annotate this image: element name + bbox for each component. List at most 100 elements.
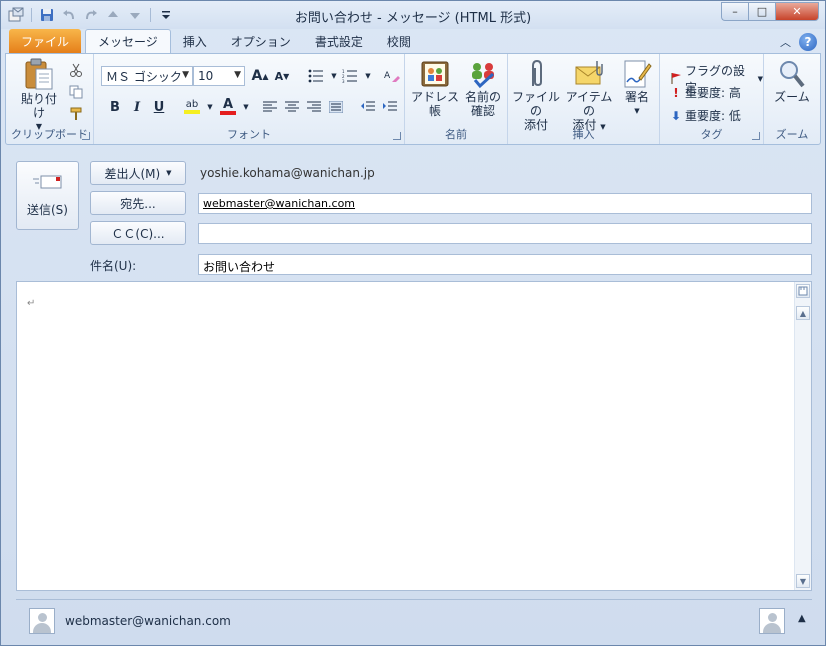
address-book-icon (419, 58, 451, 90)
sender-avatar[interactable] (759, 608, 785, 634)
chevron-down-icon: ▼ (234, 70, 241, 80)
italic-icon: I (133, 99, 141, 115)
from-button[interactable]: 差出人(M) ▼ (90, 161, 186, 185)
font-group-label: フォント (227, 128, 271, 141)
to-button-label: 宛先... (120, 196, 156, 211)
low-importance-button[interactable]: ⬇ 重要度: 低 (670, 107, 741, 124)
check-names-label-2: 確認 (470, 104, 495, 118)
maximize-button[interactable]: □ (748, 2, 775, 21)
check-names-button[interactable]: 名前の 確認 (461, 58, 505, 118)
attach-file-button[interactable]: ファイルの 添付 (512, 58, 560, 132)
align-center-icon[interactable] (282, 97, 302, 117)
align-right-icon[interactable] (304, 97, 324, 117)
cc-field[interactable] (198, 223, 812, 244)
numbering-button[interactable]: 123 (340, 66, 360, 86)
paste-label: 貼り付け (20, 92, 57, 120)
clipboard-dialog-launcher[interactable] (82, 132, 90, 140)
attach-item-button[interactable]: アイテムの 添付 ▼ (562, 58, 616, 134)
tab-message[interactable]: メッセージ (85, 29, 171, 53)
clear-formatting-icon[interactable]: A (382, 66, 402, 86)
grow-font-button[interactable]: A ▲ (250, 66, 270, 86)
vertical-scrollbar[interactable]: ▲ ▼ (794, 282, 811, 590)
avatar-head (768, 613, 777, 622)
high-importance-label: 重要度: 高 (685, 86, 741, 100)
tab-file[interactable]: ファイル (9, 29, 82, 53)
ribbon: 貼り付け ▼ クリップボード ＭＳ ゴシック ▼ 10 ▼ A ▲ A ▼ ▼ … (5, 53, 821, 145)
subject-label: 件名(U): (90, 259, 137, 273)
from-value: yoshie.kohama@wanichan.jp (200, 166, 375, 180)
message-window: お問い合わせ - メッセージ (HTML 形式) – □ ✕ ファイル メッセー… (0, 0, 826, 646)
copy-icon[interactable] (66, 82, 86, 102)
scroll-down-icon[interactable]: ▼ (796, 574, 810, 588)
to-button[interactable]: 宛先... (90, 191, 186, 215)
tab-format-text[interactable]: 書式設定 (303, 29, 375, 53)
signature-icon (621, 58, 653, 90)
chevron-down-icon: ▼ (634, 107, 640, 115)
paste-button[interactable]: 貼り付け ▼ (16, 58, 62, 134)
chevron-down-icon: ▼ (182, 70, 189, 80)
chevron-down-icon[interactable]: ▼ (236, 97, 256, 117)
underline-button[interactable]: U (149, 97, 169, 117)
grow-font-icon: A (251, 68, 263, 84)
justify-icon[interactable] (326, 97, 346, 117)
tab-insert[interactable]: 挿入 (171, 29, 219, 53)
magnifier-icon (776, 58, 808, 90)
minimize-ribbon-icon[interactable]: ︿ (780, 34, 791, 50)
down-arrow-icon: ⬇ (670, 108, 682, 123)
increase-indent-icon[interactable] (380, 97, 400, 117)
message-body[interactable]: ↵ ▲ ▼ (16, 281, 812, 591)
cc-button[interactable]: ＣＣ(C)... (90, 221, 186, 245)
chevron-down-icon[interactable]: ▼ (200, 97, 220, 117)
avatar-torso (33, 623, 51, 633)
window-controls: – □ ✕ (721, 2, 819, 21)
align-left-icon[interactable] (260, 97, 280, 117)
highlight-icon: ab (185, 98, 199, 110)
send-button[interactable]: 送信(S) (16, 161, 79, 230)
help-icon[interactable]: ? (799, 33, 817, 51)
scroll-up-icon[interactable]: ▲ (796, 306, 810, 320)
tab-options[interactable]: オプション (219, 29, 303, 53)
address-book-label: アドレス帳 (411, 90, 460, 118)
signature-button[interactable]: 署名 ▼ (618, 58, 656, 118)
paste-icon (23, 58, 55, 92)
zoom-button[interactable]: ズーム (770, 58, 814, 104)
window-title: お問い合わせ - メッセージ (HTML 形式) (294, 11, 532, 26)
minimize-button[interactable]: – (721, 2, 748, 21)
font-color-button[interactable]: A (218, 96, 238, 116)
bold-button[interactable]: B (105, 97, 125, 117)
people-pane-contact[interactable]: webmaster@wanichan.com (65, 614, 231, 628)
high-importance-button[interactable]: ! 重要度: 高 (670, 84, 741, 101)
font-color-icon: A (222, 96, 234, 112)
font-size-combo[interactable]: 10 ▼ (193, 66, 245, 86)
svg-text:A: A (384, 71, 391, 81)
font-size-value: 10 (198, 69, 214, 83)
font-dialog-launcher[interactable] (393, 132, 401, 140)
from-button-label: 差出人(M) (104, 166, 161, 181)
cc-button-label: ＣＣ(C)... (111, 226, 165, 241)
shrink-font-button[interactable]: A ▼ (272, 66, 292, 86)
cut-icon[interactable] (66, 60, 86, 80)
maximize-icon: □ (756, 5, 768, 18)
tab-review[interactable]: 校閲 (375, 29, 423, 53)
close-button[interactable]: ✕ (775, 2, 819, 21)
check-names-label-1: 名前の (464, 90, 501, 104)
contact-avatar[interactable] (29, 608, 55, 634)
ruler-toggle-icon[interactable] (796, 284, 810, 298)
address-book-button[interactable]: アドレス帳 (411, 58, 459, 118)
send-label: 送信(S) (27, 202, 68, 217)
decrease-indent-icon[interactable] (358, 97, 378, 117)
format-painter-icon[interactable] (66, 104, 86, 124)
to-field[interactable]: webmaster@wanichan.com (198, 193, 812, 214)
expand-people-pane-icon[interactable]: ▲ (798, 613, 806, 624)
people-pane-divider (16, 599, 812, 600)
svg-text:3: 3 (342, 79, 345, 83)
bullets-button[interactable] (306, 66, 326, 86)
highlight-button[interactable]: ab (182, 96, 202, 116)
bold-icon: B (110, 99, 120, 115)
font-name-combo[interactable]: ＭＳ ゴシック ▼ (101, 66, 193, 86)
italic-button[interactable]: I (127, 97, 147, 117)
signature-label: 署名 (624, 90, 649, 104)
subject-field[interactable]: お問い合わせ (198, 254, 812, 275)
tags-dialog-launcher[interactable] (752, 132, 760, 140)
chevron-down-icon[interactable]: ▼ (358, 66, 378, 86)
